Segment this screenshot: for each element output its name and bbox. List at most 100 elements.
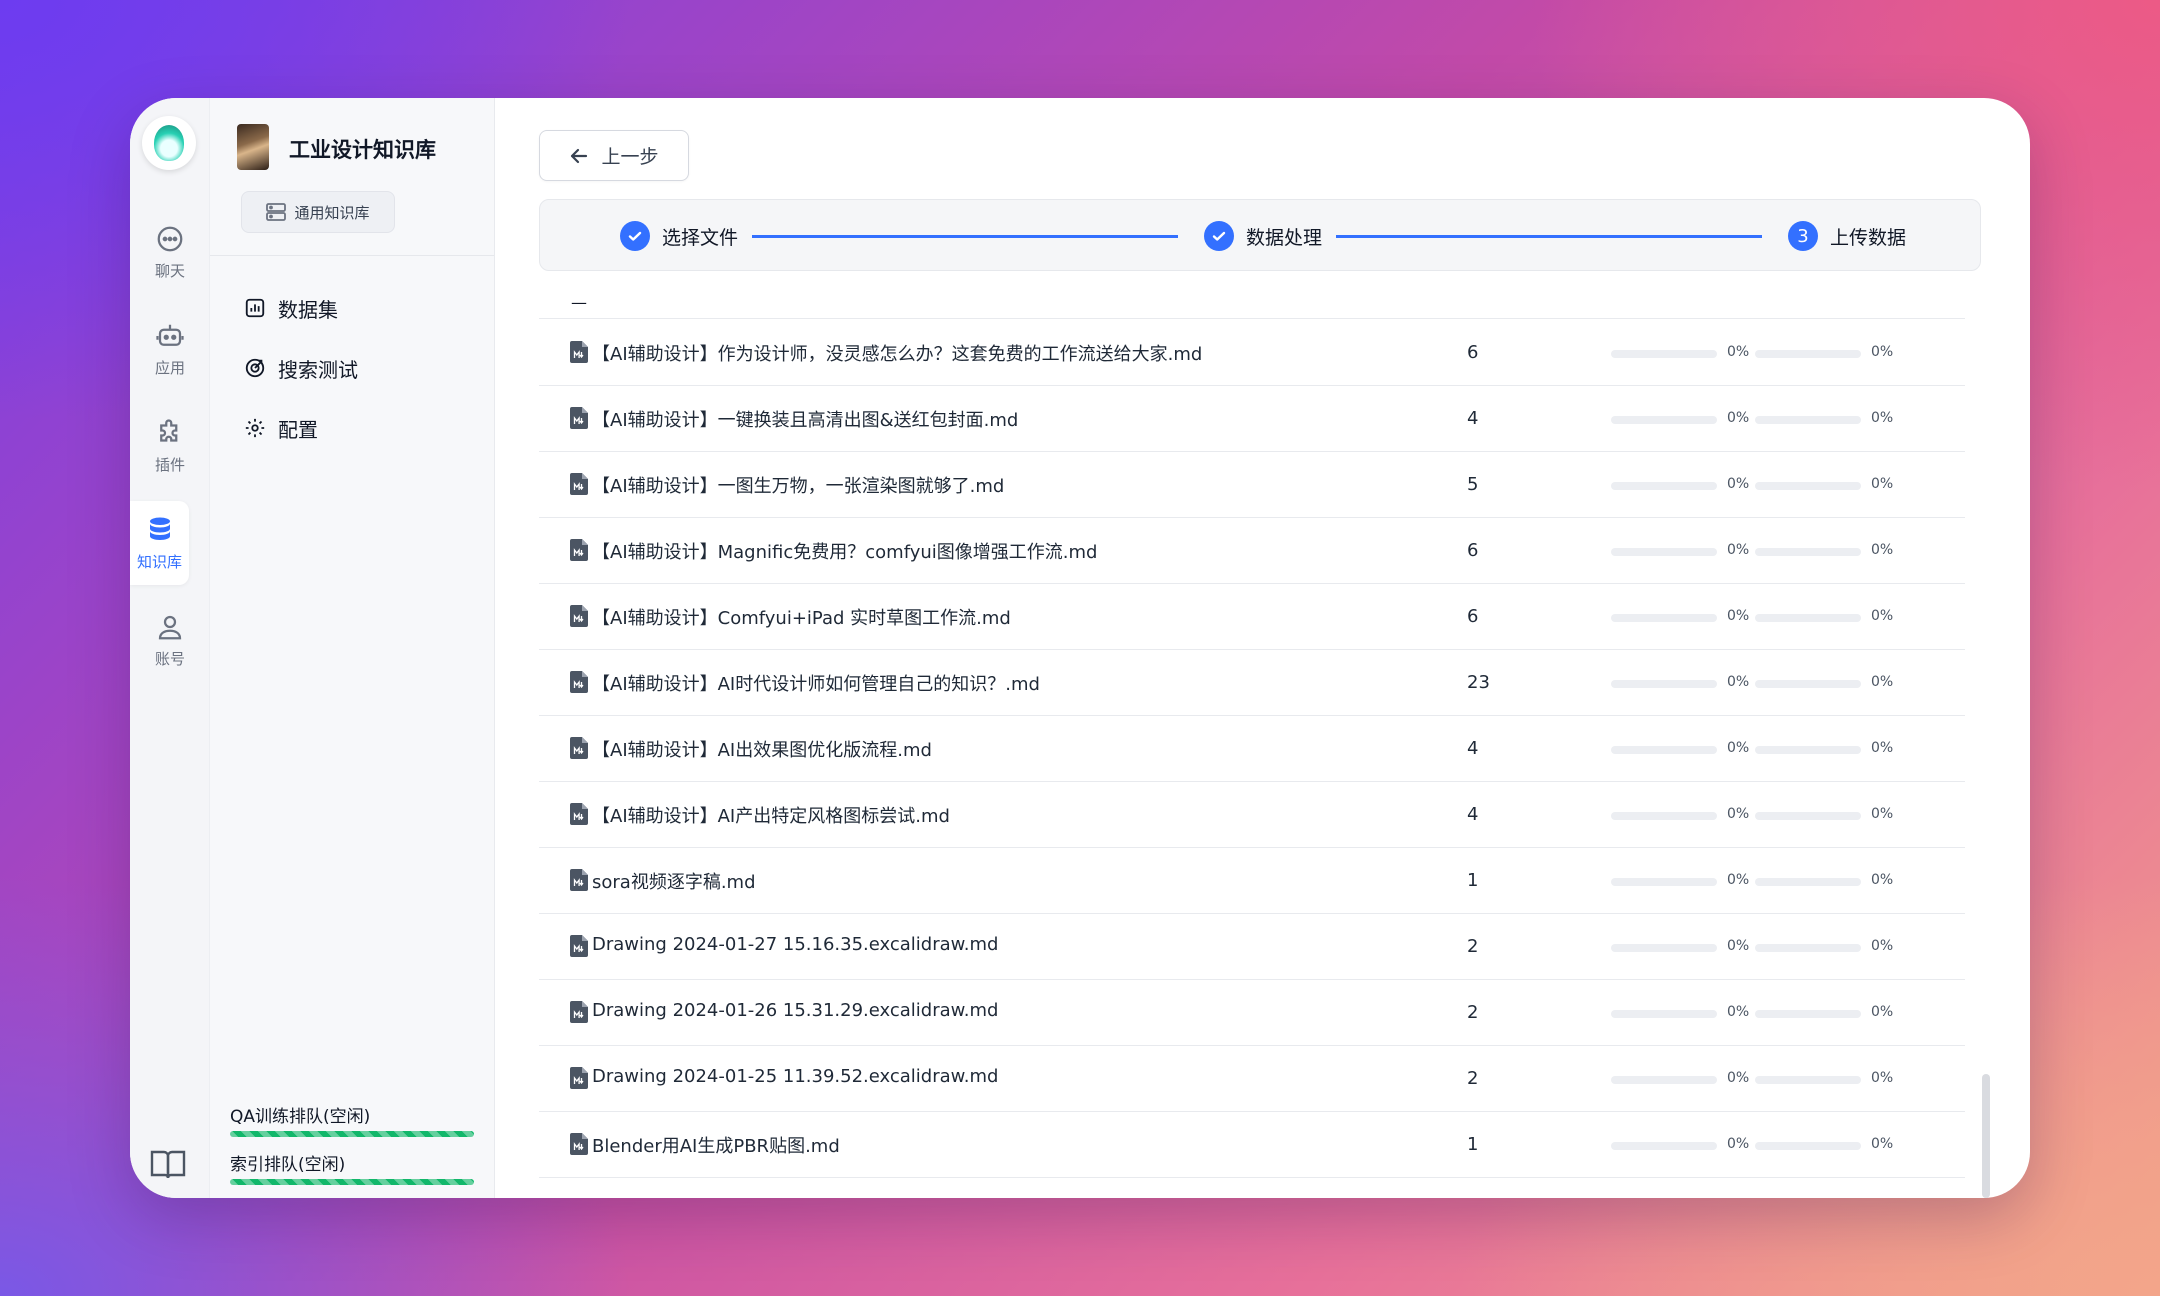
index-progress-bar <box>1755 614 1861 622</box>
index-progress-bar <box>1755 944 1861 952</box>
chunk-count: 6 <box>1467 606 1479 627</box>
rail-item-label: 插件 <box>154 455 185 474</box>
index-progress-percent: 0% <box>1871 938 1894 954</box>
file-name: 【AI辅助设计】Magnific免费用？comfyui图像增强工作流.md <box>592 542 1098 563</box>
scrollbar-thumb[interactable] <box>1982 1074 1990 1198</box>
qa-progress-percent: 0% <box>1727 542 1750 558</box>
chunk-count: 2 <box>1467 1002 1479 1023</box>
index-progress-percent: 0% <box>1871 674 1894 690</box>
file-row: Blender用AI生成PBR贴图.md 1 0% 0% <box>539 1112 1965 1178</box>
qa-progress-percent: 0% <box>1727 806 1750 822</box>
index-progress-bar <box>1755 416 1861 424</box>
kb-nav-search-test[interactable]: 搜索测试 <box>244 338 358 398</box>
step-upload-data: 3 上传数据 <box>1788 200 1906 272</box>
chunk-count: 1 <box>1467 1134 1479 1155</box>
qa-progress-bar <box>1611 878 1717 886</box>
file-name: Drawing 2024-01-27 15.16.35.excalidraw.m… <box>592 934 999 955</box>
file-row: Drawing 2024-01-25 11.39.52.excalidraw.m… <box>539 1046 1965 1112</box>
qa-progress-percent: 0% <box>1727 938 1750 954</box>
index-progress-percent: 0% <box>1871 476 1894 492</box>
markdown-file-icon <box>570 935 588 957</box>
rail-item-account[interactable]: 账号 <box>130 598 210 682</box>
kb-nav-label: 数据集 <box>278 297 338 322</box>
qa-progress-percent: 0% <box>1727 476 1750 492</box>
chunk-count: 4 <box>1467 738 1479 759</box>
step-number-dot: 3 <box>1788 221 1818 251</box>
qa-progress-bar <box>1611 812 1717 820</box>
qa-progress-bar <box>1611 614 1717 622</box>
kb-nav-label: 配置 <box>278 417 318 442</box>
index-progress-bar <box>1755 746 1861 754</box>
book-icon[interactable] <box>150 1148 186 1180</box>
file-name: 【AI辅助设计】一图生万物，一张渲染图就够了.md <box>592 476 1005 497</box>
back-button[interactable]: 上一步 <box>539 130 689 181</box>
markdown-file-icon <box>570 671 588 693</box>
rail-item-label: 聊天 <box>154 261 185 280</box>
file-row: 【AI辅助设计】AI时代设计师如何管理自己的知识？.md 23 0% 0% <box>539 650 1965 716</box>
step-connector <box>752 235 1178 238</box>
chunk-count: 5 <box>1467 474 1479 495</box>
kb-nav-config[interactable]: 配置 <box>244 398 358 458</box>
qa-progress-bar <box>1611 1076 1717 1084</box>
puzzle-icon <box>160 418 178 442</box>
markdown-file-icon <box>570 473 588 495</box>
index-progress-percent: 0% <box>1871 410 1894 426</box>
qa-progress-bar <box>1611 1142 1717 1150</box>
server-icon <box>266 203 287 221</box>
chunk-count: 4 <box>1467 408 1479 429</box>
list-top-row: — <box>539 283 1965 319</box>
markdown-file-icon <box>570 605 588 627</box>
qa-progress-bar <box>1611 350 1717 358</box>
file-row: Drawing 2024-01-27 15.16.35.excalidraw.m… <box>539 914 1965 980</box>
kb-nav-dataset[interactable]: 数据集 <box>244 278 358 338</box>
markdown-file-icon <box>570 1133 588 1155</box>
index-progress-bar <box>1755 812 1861 820</box>
rail-item-knowledge[interactable]: 知识库 <box>130 501 189 585</box>
rail-item-chat[interactable]: 聊天 <box>130 210 210 294</box>
file-row: 【AI辅助设计】Magnific免费用？comfyui图像增强工作流.md 6 0%… <box>539 518 1965 584</box>
index-queue-bar <box>230 1179 474 1185</box>
step-label: 数据处理 <box>1246 226 1323 249</box>
chunk-count: 4 <box>1467 804 1479 825</box>
qa-queue-bar <box>230 1131 474 1137</box>
index-progress-percent: 0% <box>1871 1070 1894 1086</box>
index-progress-percent: 0% <box>1871 872 1894 888</box>
database-icon <box>149 517 170 540</box>
arrow-left-icon <box>571 148 588 163</box>
kb-nav: 数据集 搜索测试 配置 <box>244 278 358 458</box>
file-row: 【AI辅助设计】一键换装且高清出图&送红包封面.md 4 0% 0% <box>539 386 1965 452</box>
index-progress-bar <box>1755 1010 1861 1018</box>
qa-progress-percent: 0% <box>1727 608 1750 624</box>
rail-item-apps[interactable]: 应用 <box>130 307 210 391</box>
markdown-file-icon <box>570 341 588 363</box>
index-progress-percent: 0% <box>1871 1004 1894 1020</box>
file-row: 【AI辅助设计】作为设计师，没灵感怎么办？这套免费的工作流送给大家.md 6 0% 0… <box>539 320 1965 386</box>
chunk-count: 1 <box>1467 870 1479 891</box>
file-name: 【AI辅助设计】一键换装且高清出图&送红包封面.md <box>592 410 1019 431</box>
index-progress-bar <box>1755 1076 1861 1084</box>
rail-item-plugins[interactable]: 插件 <box>130 404 210 488</box>
main-panel: 上一步 选择文件 数据处理 3 上传数据 — 【AI辅助设计】作为设计师，没灵感… <box>495 98 2030 1198</box>
file-name: 【AI辅助设计】Comfyui+iPad 实时草图工作流.md <box>592 608 1011 629</box>
markdown-file-icon <box>570 407 588 429</box>
kb-nav-label: 搜索测试 <box>278 357 358 382</box>
qa-progress-percent: 0% <box>1727 1004 1750 1020</box>
index-progress-percent: 0% <box>1871 740 1894 756</box>
app-window: 聊天 应用 插件 知识库 账号 工业设计知识库 通用知识库 数据集 搜索测试 配… <box>130 98 2030 1198</box>
robot-icon <box>156 324 184 346</box>
step-connector <box>1336 235 1762 238</box>
qa-progress-percent: 0% <box>1727 674 1750 690</box>
app-logo[interactable] <box>142 116 196 170</box>
file-name: 【AI辅助设计】作为设计师，没灵感怎么办？这套免费的工作流送给大家.md <box>592 344 1203 365</box>
step-label: 选择文件 <box>662 226 739 249</box>
qa-progress-bar <box>1611 416 1717 424</box>
stepper: 选择文件 数据处理 3 上传数据 <box>539 199 1981 271</box>
index-progress-percent: 0% <box>1871 1136 1894 1152</box>
index-progress-percent: 0% <box>1871 344 1894 360</box>
qa-progress-percent: 0% <box>1727 1136 1750 1152</box>
markdown-file-icon <box>570 1067 588 1089</box>
qa-progress-bar <box>1611 1010 1717 1018</box>
kb-sidebar: 工业设计知识库 通用知识库 数据集 搜索测试 配置 QA训练排队(空闲) 索引排… <box>210 98 495 1198</box>
index-queue-status: 索引排队(空闲) <box>230 1150 474 1185</box>
qa-progress-bar <box>1611 944 1717 952</box>
